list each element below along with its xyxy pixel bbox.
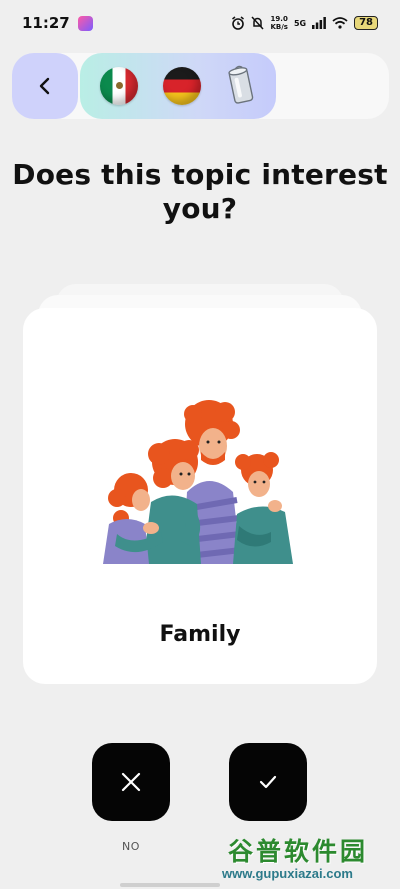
no-label: NO (122, 840, 140, 853)
topic-label: Family (159, 622, 241, 647)
germany-flag-icon[interactable] (162, 67, 201, 105)
family-illustration (103, 400, 293, 564)
yes-button[interactable] (229, 743, 307, 821)
battery-indicator: 78 (354, 16, 378, 30)
top-navigation-bar (12, 53, 389, 119)
close-icon (121, 772, 141, 792)
watermark-url: www.gupuxiazai.com (222, 866, 353, 881)
language-selector[interactable] (80, 53, 276, 119)
question-title: Does this topic interest you? (12, 158, 388, 225)
no-button[interactable] (92, 743, 170, 821)
status-time: 11:27 (22, 14, 70, 32)
speed-unit: KB/s (270, 23, 288, 31)
mexico-flag-icon[interactable] (100, 67, 139, 105)
tin-can-icon[interactable] (226, 65, 256, 107)
topic-card[interactable]: Family (23, 308, 377, 684)
home-indicator[interactable] (120, 883, 220, 887)
chevron-left-icon (39, 77, 50, 95)
speed-value: 19.0 (270, 15, 288, 23)
mute-bell-icon (251, 16, 265, 30)
network-speed: 19.0 KB/s (270, 15, 287, 31)
status-right-icons: 19.0 KB/s 5G 78 (231, 15, 378, 31)
alarm-icon (232, 16, 245, 30)
app-notification-icon (77, 15, 93, 31)
wifi-icon (332, 17, 348, 29)
signal-icon (312, 17, 326, 29)
back-button[interactable] (12, 53, 78, 119)
network-type: 5G (293, 18, 307, 28)
watermark: 谷普软件园 www.gupuxiazai.com (218, 830, 396, 886)
checkmark-icon (259, 775, 277, 789)
status-bar: 11:27 19.0 KB/s 5G 78 (0, 0, 400, 46)
watermark-title: 谷普软件园 (228, 837, 369, 866)
